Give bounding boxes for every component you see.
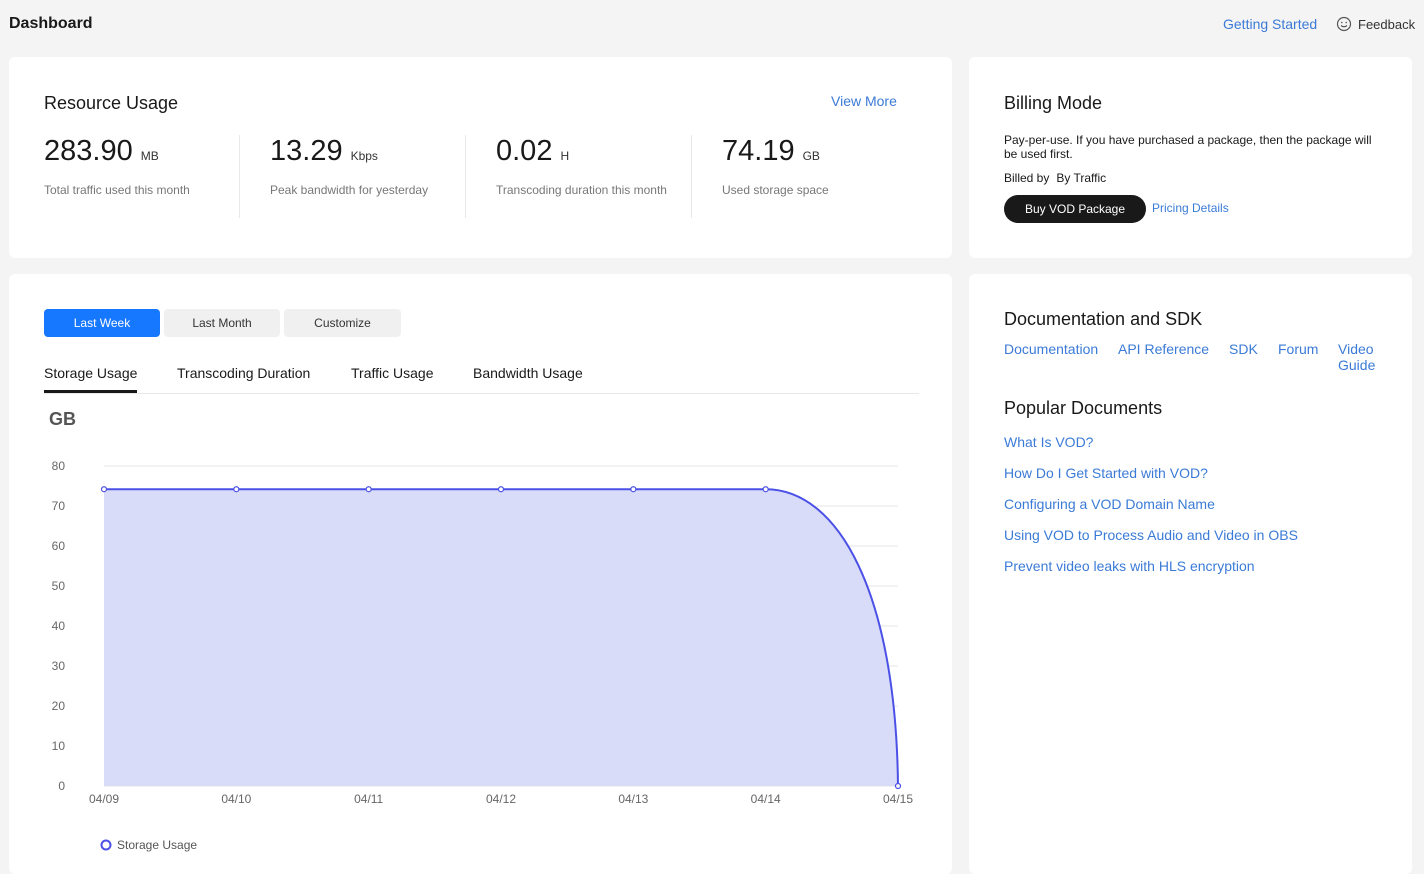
x-tick-label: 04/09 — [89, 792, 119, 806]
x-tick-label: 04/14 — [751, 792, 781, 806]
popular-documents-title: Popular Documents — [1004, 398, 1163, 418]
metric-unit: Kbps — [350, 149, 378, 163]
metric-transcoding: 0.02 H Transcoding duration this month — [496, 135, 722, 217]
tab-transcoding-duration[interactable]: Transcoding Duration — [177, 365, 310, 381]
pricing-details-link[interactable]: Pricing Details — [1152, 201, 1229, 215]
metric-label: Total traffic used this month — [44, 183, 190, 197]
popular-doc-link[interactable]: Configuring a VOD Domain Name — [1004, 496, 1215, 512]
documentation-sdk-title: Documentation and SDK — [1004, 309, 1203, 329]
page-title: Dashboard — [9, 15, 93, 32]
getting-started-link[interactable]: Getting Started — [1223, 16, 1317, 32]
range-customize[interactable]: Customize — [284, 309, 401, 337]
y-tick-label: 60 — [52, 539, 66, 553]
billing-description: Pay-per-use. If you have purchased a pac… — [1004, 133, 1372, 161]
billing-mode-title: Billing Mode — [1004, 93, 1103, 113]
buy-vod-package-button[interactable]: Buy VOD Package — [1004, 195, 1146, 223]
legend-label: Storage Usage — [117, 838, 197, 852]
x-tick-label: 04/11 — [354, 792, 383, 806]
y-tick-label: 80 — [52, 459, 66, 473]
sdk-link[interactable]: SDK — [1229, 341, 1258, 357]
data-point — [762, 486, 769, 493]
metric-unit: GB — [802, 149, 820, 163]
data-point — [100, 486, 108, 493]
forum-link[interactable]: Forum — [1278, 341, 1318, 357]
data-point — [497, 486, 505, 493]
usage-chart-card: Last Week Last Month Customize Storage U… — [9, 274, 952, 874]
popular-doc-link[interactable]: Prevent video leaks with HLS encryption — [1004, 558, 1255, 574]
y-tick-label: 10 — [52, 739, 66, 753]
metric-bandwidth: 13.29 Kbps Peak bandwidth for yesterday — [270, 135, 496, 217]
x-tick-label: 04/13 — [618, 792, 648, 806]
billed-by-label: Billed by — [1004, 171, 1050, 185]
data-point — [233, 486, 240, 493]
data-point — [894, 782, 902, 790]
x-tick-label: 04/15 — [883, 792, 913, 806]
legend-marker — [100, 839, 112, 851]
popular-doc-link[interactable]: What Is VOD? — [1004, 434, 1093, 450]
top-bar: Dashboard Getting Started Feedback — [0, 0, 1424, 50]
feedback-button[interactable]: Feedback — [1336, 16, 1415, 32]
resource-usage-card: Resource Usage View More 283.90 MB Total … — [9, 57, 952, 258]
data-point — [630, 486, 637, 493]
y-axis-label: GB — [49, 409, 76, 429]
divider — [239, 135, 240, 218]
x-tick-label: 04/10 — [221, 792, 251, 806]
api-reference-link[interactable]: API Reference — [1118, 341, 1209, 357]
resource-usage-title: Resource Usage — [44, 93, 179, 113]
metric-value: 283.90 — [44, 135, 133, 167]
y-tick-label: 40 — [52, 619, 66, 633]
storage-usage-chart: GB 0 10 20 30 40 50 60 70 80 04/09 04/10 04/11 04/12 0… — [49, 409, 913, 852]
metric-value: 0.02 — [496, 135, 553, 167]
tab-storage-usage[interactable]: Storage Usage — [44, 365, 137, 381]
y-tick-label: 30 — [52, 659, 66, 673]
view-more-link[interactable]: View More — [831, 93, 897, 109]
series-area — [104, 489, 898, 786]
metric-label: Transcoding duration this month — [496, 183, 667, 197]
metric-label: Used storage space — [722, 183, 829, 197]
metric-unit: MB — [140, 149, 159, 163]
billed-by-value: By Traffic — [1056, 171, 1107, 185]
divider — [691, 135, 692, 218]
range-last-month[interactable]: Last Month — [164, 309, 280, 337]
y-tick-label: 20 — [52, 699, 66, 713]
data-point — [365, 486, 372, 493]
y-tick-label: 0 — [58, 779, 65, 793]
popular-doc-link[interactable]: How Do I Get Started with VOD? — [1004, 465, 1208, 481]
tab-bandwidth-usage[interactable]: Bandwidth Usage — [473, 365, 583, 381]
feedback-label: Feedback — [1358, 16, 1416, 32]
video-guide-link[interactable]: Video Guide — [1338, 341, 1388, 373]
metric-value: 13.29 — [270, 135, 343, 167]
documentation-card: Documentation and SDK Documentation API … — [969, 274, 1412, 874]
popular-doc-link[interactable]: Using VOD to Process Audio and Video in … — [1004, 527, 1298, 543]
y-tick-label: 70 — [52, 499, 66, 513]
metric-value: 74.19 — [722, 135, 795, 167]
metric-storage: 74.19 GB Used storage space — [722, 135, 948, 217]
smiley-icon — [1336, 16, 1352, 32]
documentation-link[interactable]: Documentation — [1004, 341, 1098, 357]
billing-mode-card: Billing Mode Pay-per-use. If you have pu… — [969, 57, 1412, 258]
divider — [465, 135, 466, 218]
y-tick-label: 50 — [52, 579, 66, 593]
x-tick-label: 04/12 — [486, 792, 516, 806]
metric-label: Peak bandwidth for yesterday — [270, 183, 429, 197]
metric-unit: H — [560, 149, 570, 163]
metric-traffic: 283.90 MB Total traffic used this month — [44, 135, 270, 217]
tab-traffic-usage[interactable]: Traffic Usage — [351, 365, 433, 381]
range-last-week[interactable]: Last Week — [44, 309, 160, 337]
billed-by: Billed by By Traffic — [1004, 171, 1106, 185]
